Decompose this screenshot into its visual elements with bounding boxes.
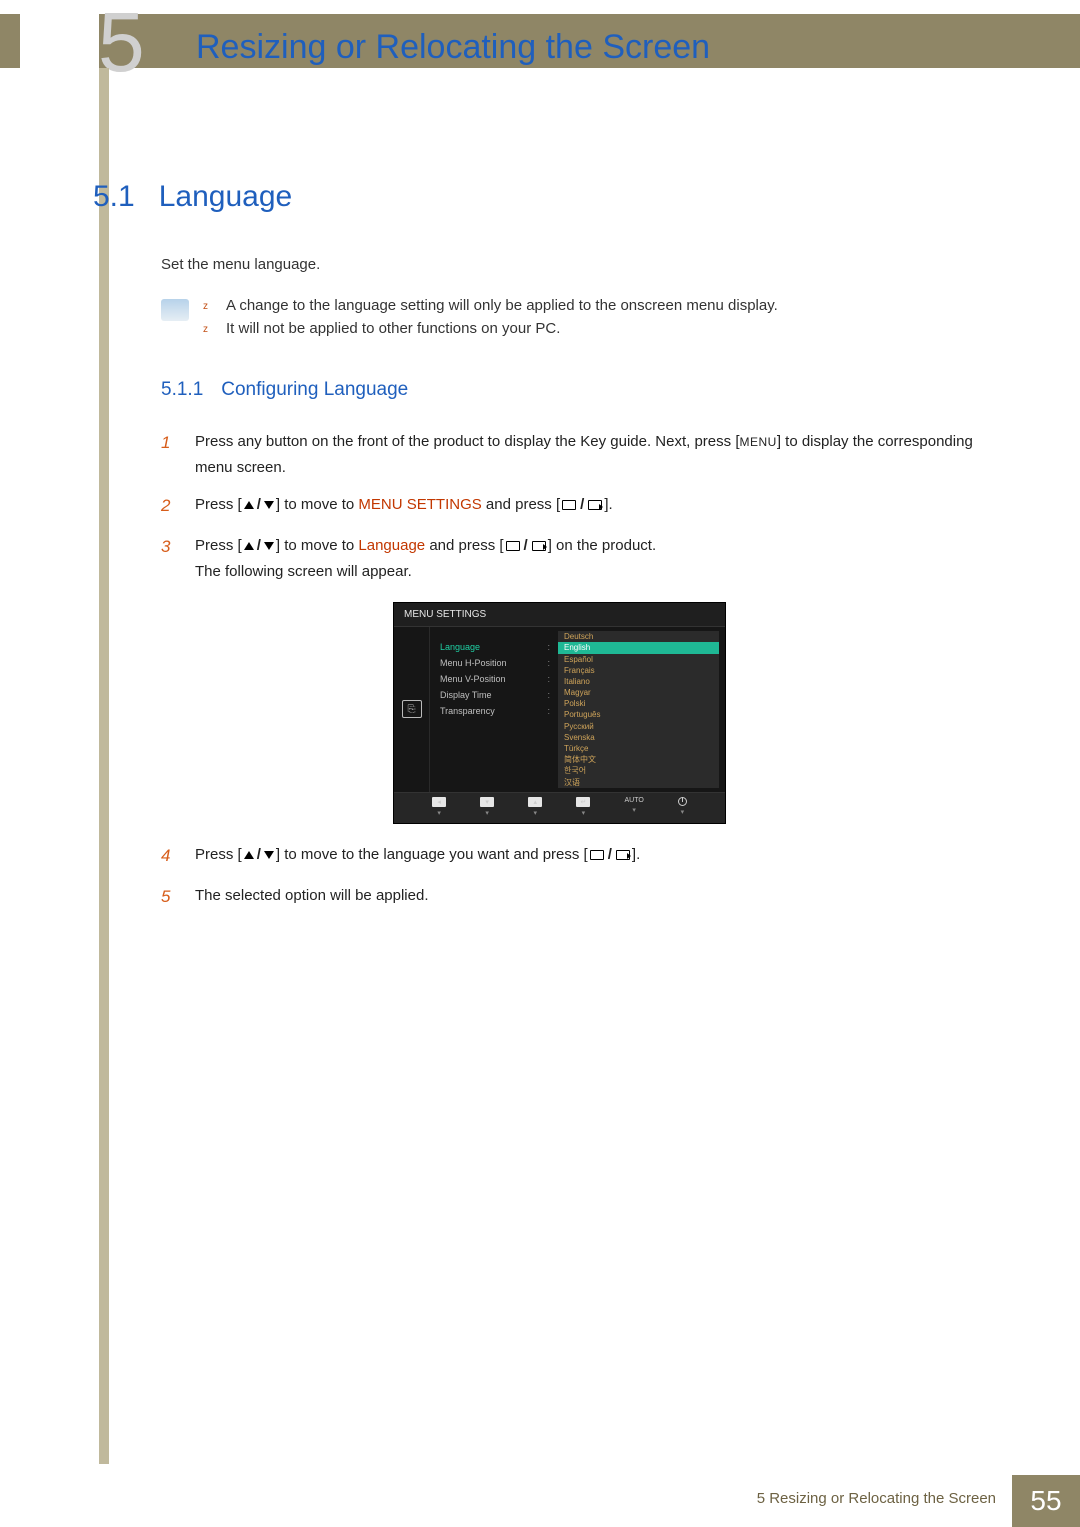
osd-language-option[interactable]: 汉语	[558, 777, 719, 788]
step-2: 2 Press [/] to move to MENU SETTINGS and…	[161, 492, 993, 521]
osd-language-option[interactable]: Español	[558, 654, 719, 665]
osd-language-option[interactable]: Русский	[558, 721, 719, 732]
osd-category-iconcol	[394, 627, 430, 792]
section-number: 5.1	[93, 180, 135, 214]
step-number: 3	[161, 533, 195, 584]
step-text: ] to move to	[276, 496, 359, 513]
step-1: 1 Press any button on the front of the p…	[161, 429, 993, 480]
step-text: ].	[632, 846, 640, 863]
osd-footer-up-icon: ▴▾	[528, 797, 542, 817]
step-number: 2	[161, 492, 195, 521]
up-down-icon: /	[244, 492, 274, 518]
chapter-title: Resizing or Relocating the Screen	[196, 28, 710, 67]
osd-language-option[interactable]: Português	[558, 709, 719, 720]
osd-footer-power-icon: ▾	[678, 797, 687, 817]
osd-language-option[interactable]: Polski	[558, 698, 719, 709]
osd-language-option[interactable]: 简体中文	[558, 754, 719, 765]
note-text: A change to the language setting will on…	[226, 297, 778, 314]
step-text-line2: The following screen will appear.	[195, 559, 993, 585]
step-text: Press [	[195, 537, 242, 554]
osd-language-option[interactable]: Svenska	[558, 732, 719, 743]
step-text: ] to move to	[276, 537, 359, 554]
section-intro: Set the menu language.	[161, 256, 993, 273]
step-text: Press [	[195, 496, 242, 513]
step-number: 5	[161, 883, 195, 912]
osd-menu-list: Language: Menu H-Position: Menu V-Positi…	[430, 627, 558, 792]
header-decor-edge	[0, 14, 20, 68]
highlight-language: Language	[358, 537, 425, 554]
section-title: Language	[159, 180, 292, 214]
osd-footer-enter-icon: ↵▾	[576, 797, 590, 817]
osd-language-option-selected[interactable]: English	[558, 642, 719, 653]
osd-language-list: Deutsch English Español Français Italian…	[558, 631, 719, 788]
step-4: 4 Press [/] to move to the language you …	[161, 842, 993, 871]
step-text: ] to move to the language you want and p…	[276, 846, 588, 863]
step-text: The selected option will be applied.	[195, 883, 993, 912]
step-text: and press [	[425, 537, 503, 554]
osd-footer-back-icon: ◂▾	[432, 797, 446, 817]
step-text: ].	[604, 496, 612, 513]
step-text: Press [	[195, 846, 242, 863]
page-footer: 5 Resizing or Relocating the Screen 55	[0, 1475, 1080, 1527]
footer-chapter-label: 5 Resizing or Relocating the Screen	[757, 1490, 996, 1507]
osd-menu-item-display-time[interactable]: Display Time:	[438, 687, 554, 703]
step-text: ] on the product.	[548, 537, 656, 554]
note-block: z A change to the language setting will …	[161, 297, 993, 343]
osd-language-option[interactable]: Français	[558, 665, 719, 676]
step-5: 5 The selected option will be applied.	[161, 883, 993, 912]
step-3: 3 Press [/] to move to Language and pres…	[161, 533, 993, 584]
subsection-title: Configuring Language	[221, 379, 408, 401]
osd-title: MENU SETTINGS	[394, 603, 725, 627]
step-text: Press any button on the front of the pro…	[195, 433, 739, 450]
up-down-icon: /	[244, 842, 274, 868]
note-item: z A change to the language setting will …	[203, 297, 778, 314]
note-icon	[161, 299, 189, 321]
osd-menu-item-language[interactable]: Language:	[438, 639, 554, 655]
source-enter-icon: /	[506, 533, 546, 559]
osd-menu-item-v-position[interactable]: Menu V-Position:	[438, 671, 554, 687]
note-item: z It will not be applied to other functi…	[203, 320, 778, 337]
step-text: and press [	[482, 496, 560, 513]
settings-icon	[402, 700, 422, 718]
osd-language-option[interactable]: Deutsch	[558, 631, 719, 642]
step-number: 4	[161, 842, 195, 871]
source-enter-icon: /	[562, 492, 602, 518]
menu-button-label: MENU	[739, 435, 776, 449]
bullet-icon: z	[203, 324, 208, 335]
footer-page-number: 55	[1012, 1475, 1080, 1527]
osd-panel: MENU SETTINGS Language: Menu H-Position:…	[393, 602, 726, 824]
up-down-icon: /	[244, 533, 274, 559]
step-number: 1	[161, 429, 195, 480]
osd-language-option[interactable]: Magyar	[558, 687, 719, 698]
osd-menu-item-transparency[interactable]: Transparency:	[438, 703, 554, 719]
note-text: It will not be applied to other function…	[226, 320, 560, 337]
subsection-number: 5.1.1	[161, 379, 203, 401]
highlight-menu-settings: MENU SETTINGS	[358, 496, 481, 513]
osd-menu-item-h-position[interactable]: Menu H-Position:	[438, 655, 554, 671]
osd-language-option[interactable]: 한국어	[558, 765, 719, 776]
source-enter-icon: /	[590, 842, 630, 868]
osd-language-option[interactable]: Türkçe	[558, 743, 719, 754]
osd-language-option[interactable]: Italiano	[558, 676, 719, 687]
osd-footer-bar: ◂▾ ▾▾ ▴▾ ↵▾ AUTO▾ ▾	[394, 792, 725, 823]
osd-footer-auto-label: AUTO▾	[624, 797, 643, 817]
bullet-icon: z	[203, 301, 208, 312]
osd-footer-down-icon: ▾▾	[480, 797, 494, 817]
